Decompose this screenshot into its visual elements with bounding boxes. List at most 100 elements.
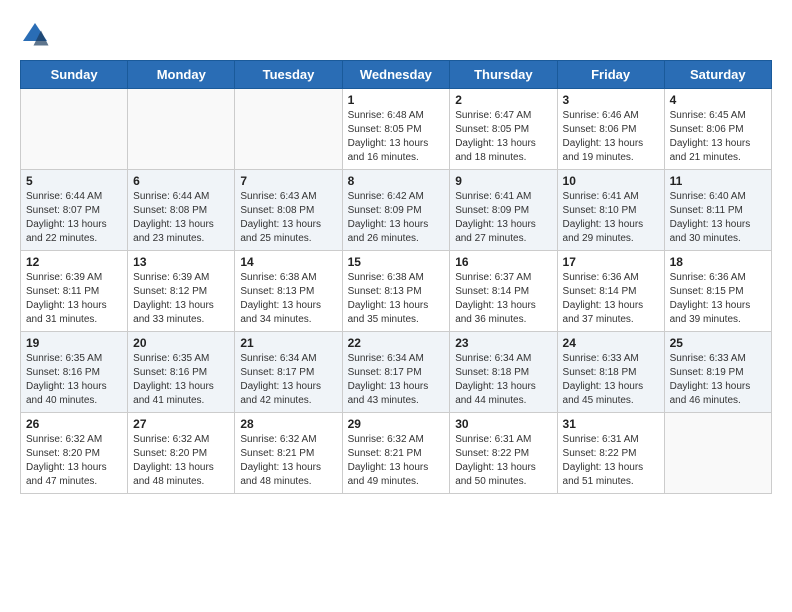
day-number: 24 <box>563 336 659 350</box>
day-info: Sunrise: 6:44 AM Sunset: 8:07 PM Dayligh… <box>26 190 122 246</box>
day-info: Sunrise: 6:34 AM Sunset: 8:17 PM Dayligh… <box>240 352 336 408</box>
day-number: 12 <box>26 255 122 269</box>
calendar-cell: 17 Sunrise: 6:36 AM Sunset: 8:14 PM Dayli… <box>557 251 664 332</box>
day-number: 21 <box>240 336 336 350</box>
calendar-cell <box>21 89 128 170</box>
calendar-cell: 7Sunrise: 6:43 AM Sunset: 8:08 PM Daylig… <box>235 170 342 251</box>
calendar-cell: 26 Sunrise: 6:32 AM Sunset: 8:20 PM Dayli… <box>21 413 128 494</box>
calendar-cell: 14 Sunrise: 6:38 AM Sunset: 8:13 PM Dayli… <box>235 251 342 332</box>
day-number: 27 <box>133 417 229 431</box>
calendar-cell: 27 Sunrise: 6:32 AM Sunset: 8:20 PM Dayli… <box>128 413 235 494</box>
calendar-cell: 10 Sunrise: 6:41 AM Sunset: 8:10 PM Dayli… <box>557 170 664 251</box>
day-number: 9 <box>455 174 551 188</box>
calendar-cell: 15Sunrise: 6:38 AM Sunset: 8:13 PM Dayli… <box>342 251 450 332</box>
calendar-cell: 24 Sunrise: 6:33 AM Sunset: 8:18 PM Dayli… <box>557 332 664 413</box>
day-info: Sunrise: 6:42 AM Sunset: 8:09 PM Dayligh… <box>348 190 445 246</box>
day-number: 29 <box>348 417 445 431</box>
day-info: Sunrise: 6:36 AM Sunset: 8:14 PM Dayligh… <box>563 271 659 327</box>
column-header-wednesday: Wednesday <box>342 61 450 89</box>
day-number: 26 <box>26 417 122 431</box>
day-number: 7 <box>240 174 336 188</box>
calendar-table: SundayMondayTuesdayWednesdayThursdayFrid… <box>20 60 772 494</box>
calendar-cell: 6Sunrise: 6:44 AM Sunset: 8:08 PM Daylig… <box>128 170 235 251</box>
day-number: 3 <box>563 93 659 107</box>
day-number: 28 <box>240 417 336 431</box>
calendar-cell: 5 Sunrise: 6:44 AM Sunset: 8:07 PM Daylig… <box>21 170 128 251</box>
page-header <box>20 20 772 50</box>
day-info: Sunrise: 6:35 AM Sunset: 8:16 PM Dayligh… <box>133 352 229 408</box>
day-info: Sunrise: 6:38 AM Sunset: 8:13 PM Dayligh… <box>240 271 336 327</box>
day-info: Sunrise: 6:46 AM Sunset: 8:06 PM Dayligh… <box>563 109 659 165</box>
day-info: Sunrise: 6:47 AM Sunset: 8:05 PM Dayligh… <box>455 109 551 165</box>
calendar-week-row: 26 Sunrise: 6:32 AM Sunset: 8:20 PM Dayli… <box>21 413 772 494</box>
day-info: Sunrise: 6:32 AM Sunset: 8:20 PM Dayligh… <box>133 433 229 489</box>
day-number: 20 <box>133 336 229 350</box>
calendar-cell: 3 Sunrise: 6:46 AM Sunset: 8:06 PM Daylig… <box>557 89 664 170</box>
day-number: 18 <box>670 255 766 269</box>
column-header-thursday: Thursday <box>450 61 557 89</box>
calendar-cell: 11Sunrise: 6:40 AM Sunset: 8:11 PM Dayli… <box>664 170 771 251</box>
calendar-cell: 29 Sunrise: 6:32 AM Sunset: 8:21 PM Dayli… <box>342 413 450 494</box>
day-info: Sunrise: 6:39 AM Sunset: 8:11 PM Dayligh… <box>26 271 122 327</box>
day-number: 2 <box>455 93 551 107</box>
day-info: Sunrise: 6:35 AM Sunset: 8:16 PM Dayligh… <box>26 352 122 408</box>
day-info: Sunrise: 6:36 AM Sunset: 8:15 PM Dayligh… <box>670 271 766 327</box>
column-header-monday: Monday <box>128 61 235 89</box>
day-number: 1 <box>348 93 445 107</box>
calendar-cell: 2 Sunrise: 6:47 AM Sunset: 8:05 PM Daylig… <box>450 89 557 170</box>
calendar-cell: 22 Sunrise: 6:34 AM Sunset: 8:17 PM Dayli… <box>342 332 450 413</box>
day-number: 5 <box>26 174 122 188</box>
day-info: Sunrise: 6:33 AM Sunset: 8:19 PM Dayligh… <box>670 352 766 408</box>
calendar-cell: 23 Sunrise: 6:34 AM Sunset: 8:18 PM Dayli… <box>450 332 557 413</box>
day-info: Sunrise: 6:48 AM Sunset: 8:05 PM Dayligh… <box>348 109 445 165</box>
calendar-header-row: SundayMondayTuesdayWednesdayThursdayFrid… <box>21 61 772 89</box>
day-info: Sunrise: 6:34 AM Sunset: 8:18 PM Dayligh… <box>455 352 551 408</box>
day-number: 13 <box>133 255 229 269</box>
day-number: 23 <box>455 336 551 350</box>
day-info: Sunrise: 6:41 AM Sunset: 8:09 PM Dayligh… <box>455 190 551 246</box>
calendar-cell: 9 Sunrise: 6:41 AM Sunset: 8:09 PM Daylig… <box>450 170 557 251</box>
calendar-cell <box>128 89 235 170</box>
column-header-saturday: Saturday <box>664 61 771 89</box>
day-number: 17 <box>563 255 659 269</box>
day-number: 15 <box>348 255 445 269</box>
calendar-week-row: 5 Sunrise: 6:44 AM Sunset: 8:07 PM Daylig… <box>21 170 772 251</box>
day-info: Sunrise: 6:34 AM Sunset: 8:17 PM Dayligh… <box>348 352 445 408</box>
calendar-cell: 21 Sunrise: 6:34 AM Sunset: 8:17 PM Dayli… <box>235 332 342 413</box>
day-number: 30 <box>455 417 551 431</box>
column-header-friday: Friday <box>557 61 664 89</box>
day-number: 16 <box>455 255 551 269</box>
calendar-week-row: 12 Sunrise: 6:39 AM Sunset: 8:11 PM Dayli… <box>21 251 772 332</box>
day-number: 22 <box>348 336 445 350</box>
calendar-cell: 18 Sunrise: 6:36 AM Sunset: 8:15 PM Dayli… <box>664 251 771 332</box>
day-info: Sunrise: 6:32 AM Sunset: 8:21 PM Dayligh… <box>348 433 445 489</box>
day-info: Sunrise: 6:33 AM Sunset: 8:18 PM Dayligh… <box>563 352 659 408</box>
column-header-tuesday: Tuesday <box>235 61 342 89</box>
calendar-cell: 4 Sunrise: 6:45 AM Sunset: 8:06 PM Daylig… <box>664 89 771 170</box>
calendar-cell: 13 Sunrise: 6:39 AM Sunset: 8:12 PM Dayli… <box>128 251 235 332</box>
calendar-cell: 31 Sunrise: 6:31 AM Sunset: 8:22 PM Dayli… <box>557 413 664 494</box>
calendar-cell: 20 Sunrise: 6:35 AM Sunset: 8:16 PM Dayli… <box>128 332 235 413</box>
day-number: 31 <box>563 417 659 431</box>
calendar-cell: 28 Sunrise: 6:32 AM Sunset: 8:21 PM Dayli… <box>235 413 342 494</box>
calendar-cell <box>235 89 342 170</box>
logo <box>20 20 54 50</box>
day-number: 10 <box>563 174 659 188</box>
calendar-cell <box>664 413 771 494</box>
day-info: Sunrise: 6:45 AM Sunset: 8:06 PM Dayligh… <box>670 109 766 165</box>
calendar-week-row: 19 Sunrise: 6:35 AM Sunset: 8:16 PM Dayli… <box>21 332 772 413</box>
logo-icon <box>20 20 50 50</box>
day-info: Sunrise: 6:31 AM Sunset: 8:22 PM Dayligh… <box>563 433 659 489</box>
day-number: 11 <box>670 174 766 188</box>
day-number: 14 <box>240 255 336 269</box>
day-number: 4 <box>670 93 766 107</box>
calendar-cell: 30Sunrise: 6:31 AM Sunset: 8:22 PM Dayli… <box>450 413 557 494</box>
day-info: Sunrise: 6:39 AM Sunset: 8:12 PM Dayligh… <box>133 271 229 327</box>
day-info: Sunrise: 6:32 AM Sunset: 8:20 PM Dayligh… <box>26 433 122 489</box>
calendar-cell: 25Sunrise: 6:33 AM Sunset: 8:19 PM Dayli… <box>664 332 771 413</box>
day-number: 8 <box>348 174 445 188</box>
day-info: Sunrise: 6:41 AM Sunset: 8:10 PM Dayligh… <box>563 190 659 246</box>
day-number: 6 <box>133 174 229 188</box>
day-number: 19 <box>26 336 122 350</box>
day-info: Sunrise: 6:32 AM Sunset: 8:21 PM Dayligh… <box>240 433 336 489</box>
